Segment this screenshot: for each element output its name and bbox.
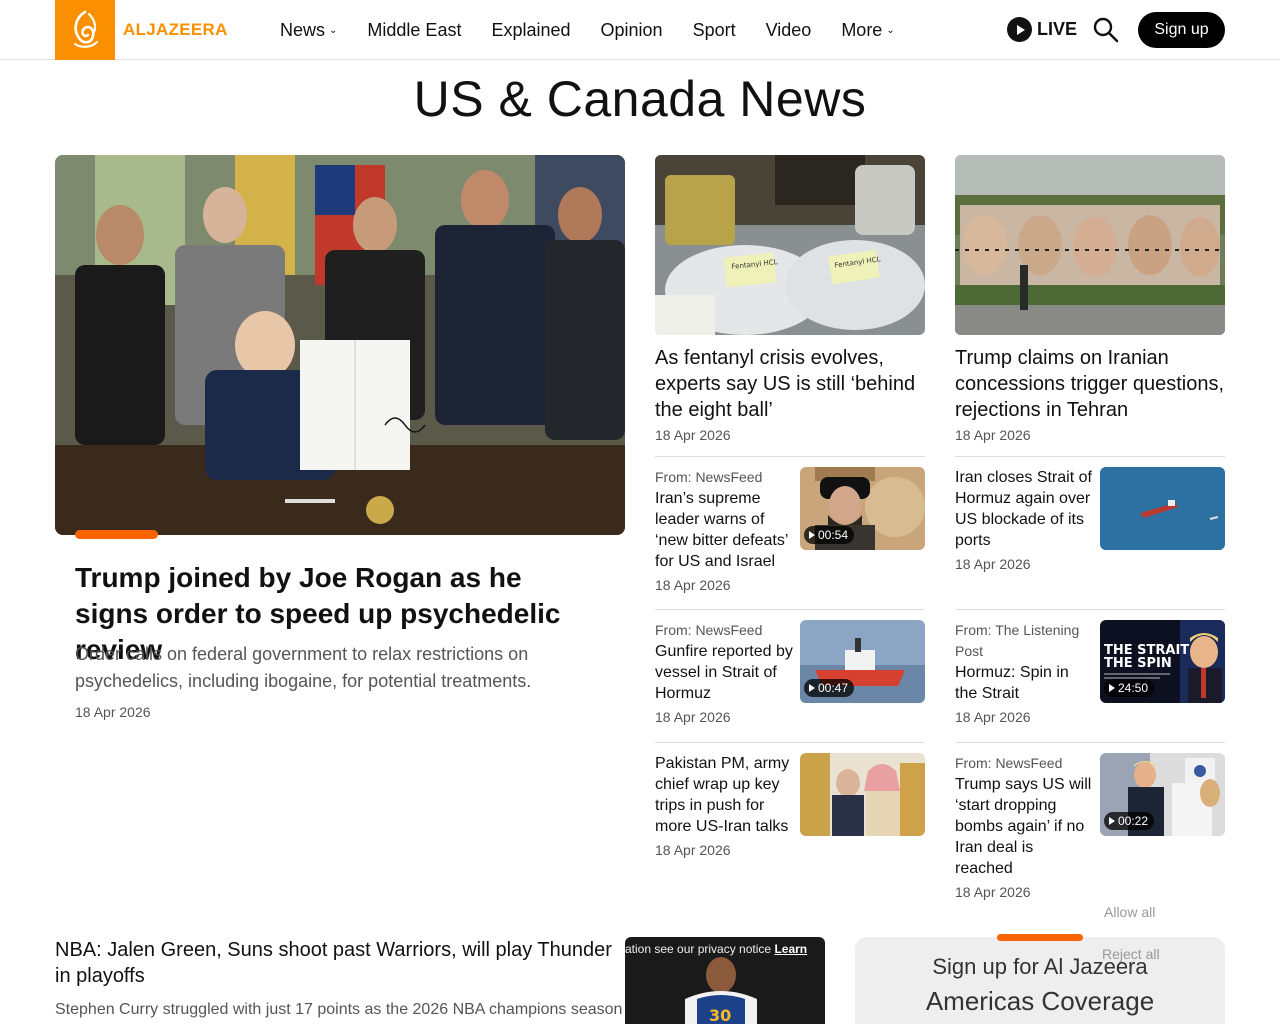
nba-story-summary: Stephen Curry struggled with just 17 poi… [55,1001,623,1018]
cookie-allow-all-button[interactable]: Allow all [1104,904,1155,920]
hero-date: 18 Apr 2026 [75,704,151,720]
list-item[interactable]: From: NewsFeed Trump says US will ‘start… [955,753,1225,902]
main-nav: News ⌄ Middle East Explained Opinion Spor… [280,0,925,60]
divider [655,742,925,743]
cookie-reject-all-button[interactable]: Reject all [1102,946,1160,962]
card-title[interactable]: Gunfire reported by vessel in Strait of … [655,641,795,704]
card-source: From: The Listening Post [955,622,1080,659]
newsletter-subtitle: Americas Coverage [925,986,1155,1016]
jersey-number: 30 [709,1006,731,1024]
card-thumbnail[interactable]: THE STRAIT THE SPIN 24:50 [1100,620,1225,703]
card-date: 18 Apr 2026 [655,577,731,593]
spin-line-2: THE SPIN [1104,656,1172,671]
signup-button[interactable]: Sign up [1138,12,1225,48]
card-date: 18 Apr 2026 [655,709,731,725]
newsletter-accent-bar [997,934,1083,941]
card-thumbnail[interactable]: 00:47 [800,620,925,703]
tehran-story-image[interactable] [955,155,1225,335]
nav-sport[interactable]: Sport [693,20,736,41]
logo-emblem-icon [55,0,115,60]
card-source: From: NewsFeed [655,469,763,485]
card-source: From: NewsFeed [655,622,763,638]
video-duration-badge: 00:54 [804,526,855,544]
hero-accent-bar [75,530,158,539]
featured-title-1[interactable]: As fentanyl crisis evolves, experts say … [655,345,930,423]
live-button[interactable]: LIVE [1007,17,1077,42]
card-title[interactable]: Trump says US will ‘start dropping bombs… [955,774,1095,879]
list-item[interactable]: Pakistan PM, army chief wrap up key trip… [655,753,925,860]
hero-summary: Order calls on federal government to rel… [75,644,532,691]
card-thumbnail[interactable]: 00:22 [1100,753,1225,836]
newsletter-title: Sign up for Al Jazeera [932,954,1148,979]
card-thumbnail[interactable] [1100,467,1225,550]
site-header: ALJAZEERA News ⌄ Middle East Explained Op… [0,0,1280,60]
card-title[interactable]: Iran closes Strait of Hormuz again over … [955,467,1095,551]
site-logo[interactable]: ALJAZEERA [55,0,228,60]
chevron-down-icon: ⌄ [329,24,338,36]
list-item[interactable]: Iran closes Strait of Hormuz again over … [955,467,1225,574]
privacy-notice: ation see our privacy notice Learn [625,942,808,956]
card-thumbnail[interactable] [800,753,925,836]
nav-video[interactable]: Video [766,20,812,41]
list-item[interactable]: From: NewsFeed Iran’s supreme leader war… [655,467,925,595]
nav-news[interactable]: News ⌄ [280,20,337,41]
card-title[interactable]: Hormuz: Spin in the Strait [955,662,1095,704]
chevron-down-icon: ⌄ [886,24,895,36]
play-icon [1109,817,1115,825]
card-date: 18 Apr 2026 [955,884,1031,900]
card-title[interactable]: Iran’s supreme leader warns of ‘new bitt… [655,488,795,572]
list-item[interactable]: From: NewsFeed Gunfire reported by vesse… [655,620,925,727]
featured-title-2[interactable]: Trump claims on Iranian concessions trig… [955,345,1230,423]
play-icon [809,684,815,692]
play-icon [809,531,815,539]
logo-wordmark: ALJAZEERA [123,20,228,39]
divider [655,609,925,610]
divider [955,456,1225,457]
divider [655,456,925,457]
video-duration-badge: 00:22 [1104,812,1155,830]
divider [955,609,1225,610]
card-date: 18 Apr 2026 [955,709,1031,725]
divider [955,742,1225,743]
card-date: 18 Apr 2026 [955,556,1031,572]
learn-more-link[interactable]: Learn [774,942,807,956]
nav-more[interactable]: More ⌄ [841,20,894,41]
list-item[interactable]: From: The Listening Post Hormuz: Spin in… [955,620,1225,727]
featured-date-1: 18 Apr 2026 [655,427,731,443]
nav-explained[interactable]: Explained [491,20,570,41]
card-source: From: NewsFeed [955,755,1063,771]
search-icon[interactable] [1093,17,1119,43]
nba-story-title[interactable]: NBA: Jalen Green, Suns shoot past Warrio… [55,937,615,989]
fentanyl-story-image[interactable]: Fentanyl HCL Fentanyl HCL [655,155,925,335]
video-duration-badge: 00:47 [804,679,855,697]
hero-image[interactable] [55,155,625,535]
play-icon [1109,684,1115,692]
card-date: 18 Apr 2026 [655,842,731,858]
nav-opinion[interactable]: Opinion [601,20,663,41]
nav-middle-east[interactable]: Middle East [367,20,461,41]
play-icon [1007,17,1032,42]
page-title: US & Canada News [413,71,867,127]
card-thumbnail[interactable]: 00:54 [800,467,925,550]
card-title[interactable]: Pakistan PM, army chief wrap up key trip… [655,753,795,837]
featured-date-2: 18 Apr 2026 [955,427,1031,443]
video-duration-badge: 24:50 [1104,679,1155,697]
